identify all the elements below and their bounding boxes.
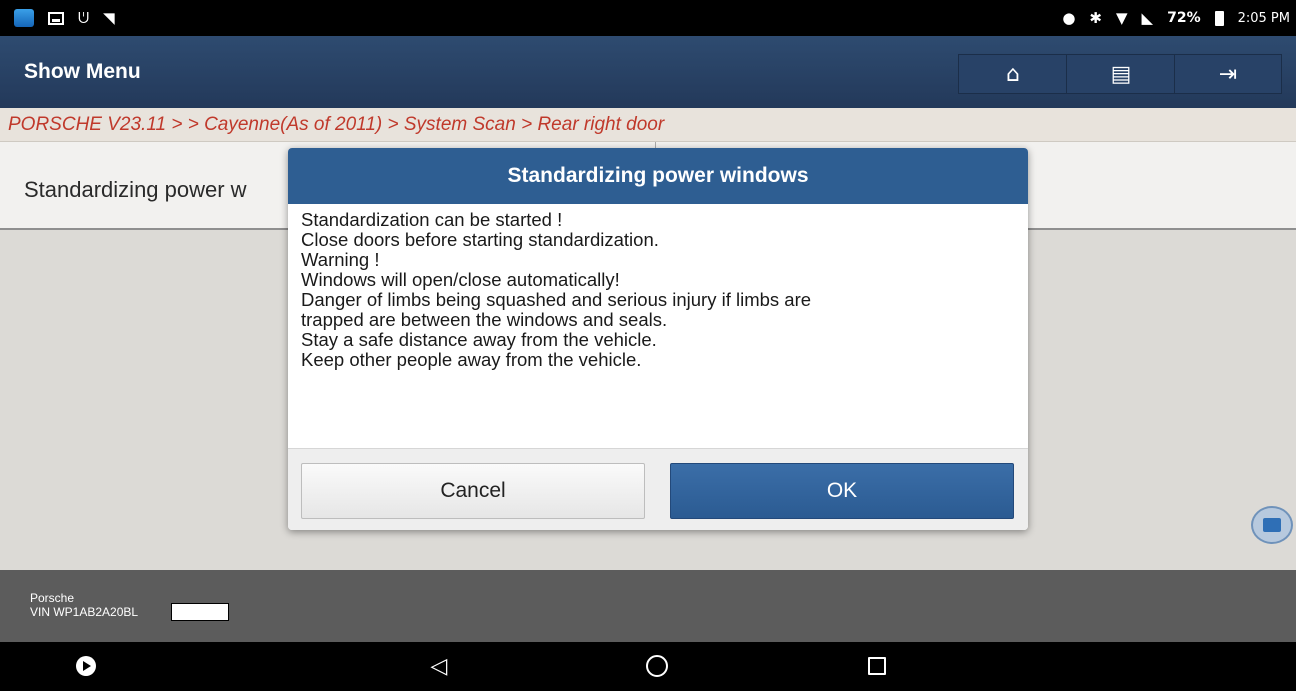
standardization-dialog: Standardizing power windows Standardizat… <box>288 148 1028 530</box>
breadcrumb: PORSCHE V23.11 > > Cayenne(As of 2011) >… <box>0 108 1296 142</box>
dialog-line: Windows will open/close automatically! <box>301 269 620 290</box>
dialog-line: Warning ! <box>301 249 380 270</box>
recents-icon <box>868 657 886 675</box>
download-icon <box>1263 518 1281 532</box>
play-button[interactable] <box>66 650 106 682</box>
dialog-line: Standardization can be started ! <box>301 209 563 230</box>
exit-icon: ⇥ <box>1218 61 1238 87</box>
back-icon: ◁ <box>430 653 448 679</box>
recents-button[interactable] <box>857 650 897 682</box>
vin-redaction-box <box>171 603 229 621</box>
back-button[interactable]: ◁ <box>419 650 459 682</box>
battery-icon <box>1214 10 1224 26</box>
system-home-button[interactable] <box>637 650 677 682</box>
screen: ᕫ ◥ ● ✱ ▼ ◣ 72% 2:05 PM Show Menu ⌂ ▤ ⇥ … <box>0 0 1296 691</box>
image-icon <box>48 11 64 25</box>
home-icon: ⌂ <box>1006 61 1020 87</box>
play-icon <box>76 656 96 676</box>
vehicle-make: Porsche <box>30 591 75 605</box>
dialog-title: Standardizing power windows <box>288 148 1028 204</box>
status-bar: ᕫ ◥ ● ✱ ▼ ◣ 72% 2:05 PM <box>0 0 1296 36</box>
stethoscope-icon: ᕫ <box>78 8 90 27</box>
vehicle-info-footer: Porsche VIN WP1AB2A20BL <box>0 570 1296 642</box>
ok-button[interactable]: OK <box>670 463 1014 519</box>
vehicle-vin: VIN WP1AB2A20BL <box>30 605 139 619</box>
home-button[interactable]: ⌂ <box>958 54 1068 94</box>
dialog-actions: Cancel OK <box>288 448 1028 530</box>
dialog-line: Stay a safe distance away from the vehic… <box>301 329 657 350</box>
show-menu-button[interactable]: Show Menu <box>24 60 141 84</box>
print-button[interactable]: ▤ <box>1066 54 1176 94</box>
cancel-button[interactable]: Cancel <box>301 463 645 519</box>
status-bar-left: ᕫ ◥ <box>14 9 115 27</box>
floating-record-button[interactable] <box>1251 506 1293 544</box>
system-navigation-bar: ◁ <box>0 642 1296 691</box>
dialog-line: Danger of limbs being squashed and serio… <box>301 289 812 310</box>
app-icon <box>14 9 34 27</box>
print-icon: ▤ <box>1110 61 1132 87</box>
status-bar-right: ● ✱ ▼ ◣ 72% 2:05 PM <box>1062 10 1290 26</box>
dialog-line: Close doors before starting standardizat… <box>301 229 659 250</box>
function-label: Standardizing power w <box>24 177 247 202</box>
battery-percent: 72% <box>1167 10 1201 26</box>
wifi-icon: ▼ <box>1116 8 1128 27</box>
app-header: Show Menu ⌂ ▤ ⇥ <box>0 36 1296 108</box>
location-icon: ● <box>1062 8 1076 27</box>
clock: 2:05 PM <box>1237 10 1290 26</box>
dialog-message: Standardization can be started ! Close d… <box>301 210 1016 370</box>
dialog-line: Keep other people away from the vehicle. <box>301 349 642 370</box>
dialog-line: trapped are between the windows and seal… <box>301 309 668 330</box>
no-sim-icon: ◣ <box>1141 8 1154 27</box>
wifi-unknown-icon: ◥ <box>103 8 115 27</box>
exit-button[interactable]: ⇥ <box>1174 54 1282 94</box>
bluetooth-off-icon: ✱ <box>1089 8 1102 27</box>
home-circle-icon <box>646 655 668 677</box>
